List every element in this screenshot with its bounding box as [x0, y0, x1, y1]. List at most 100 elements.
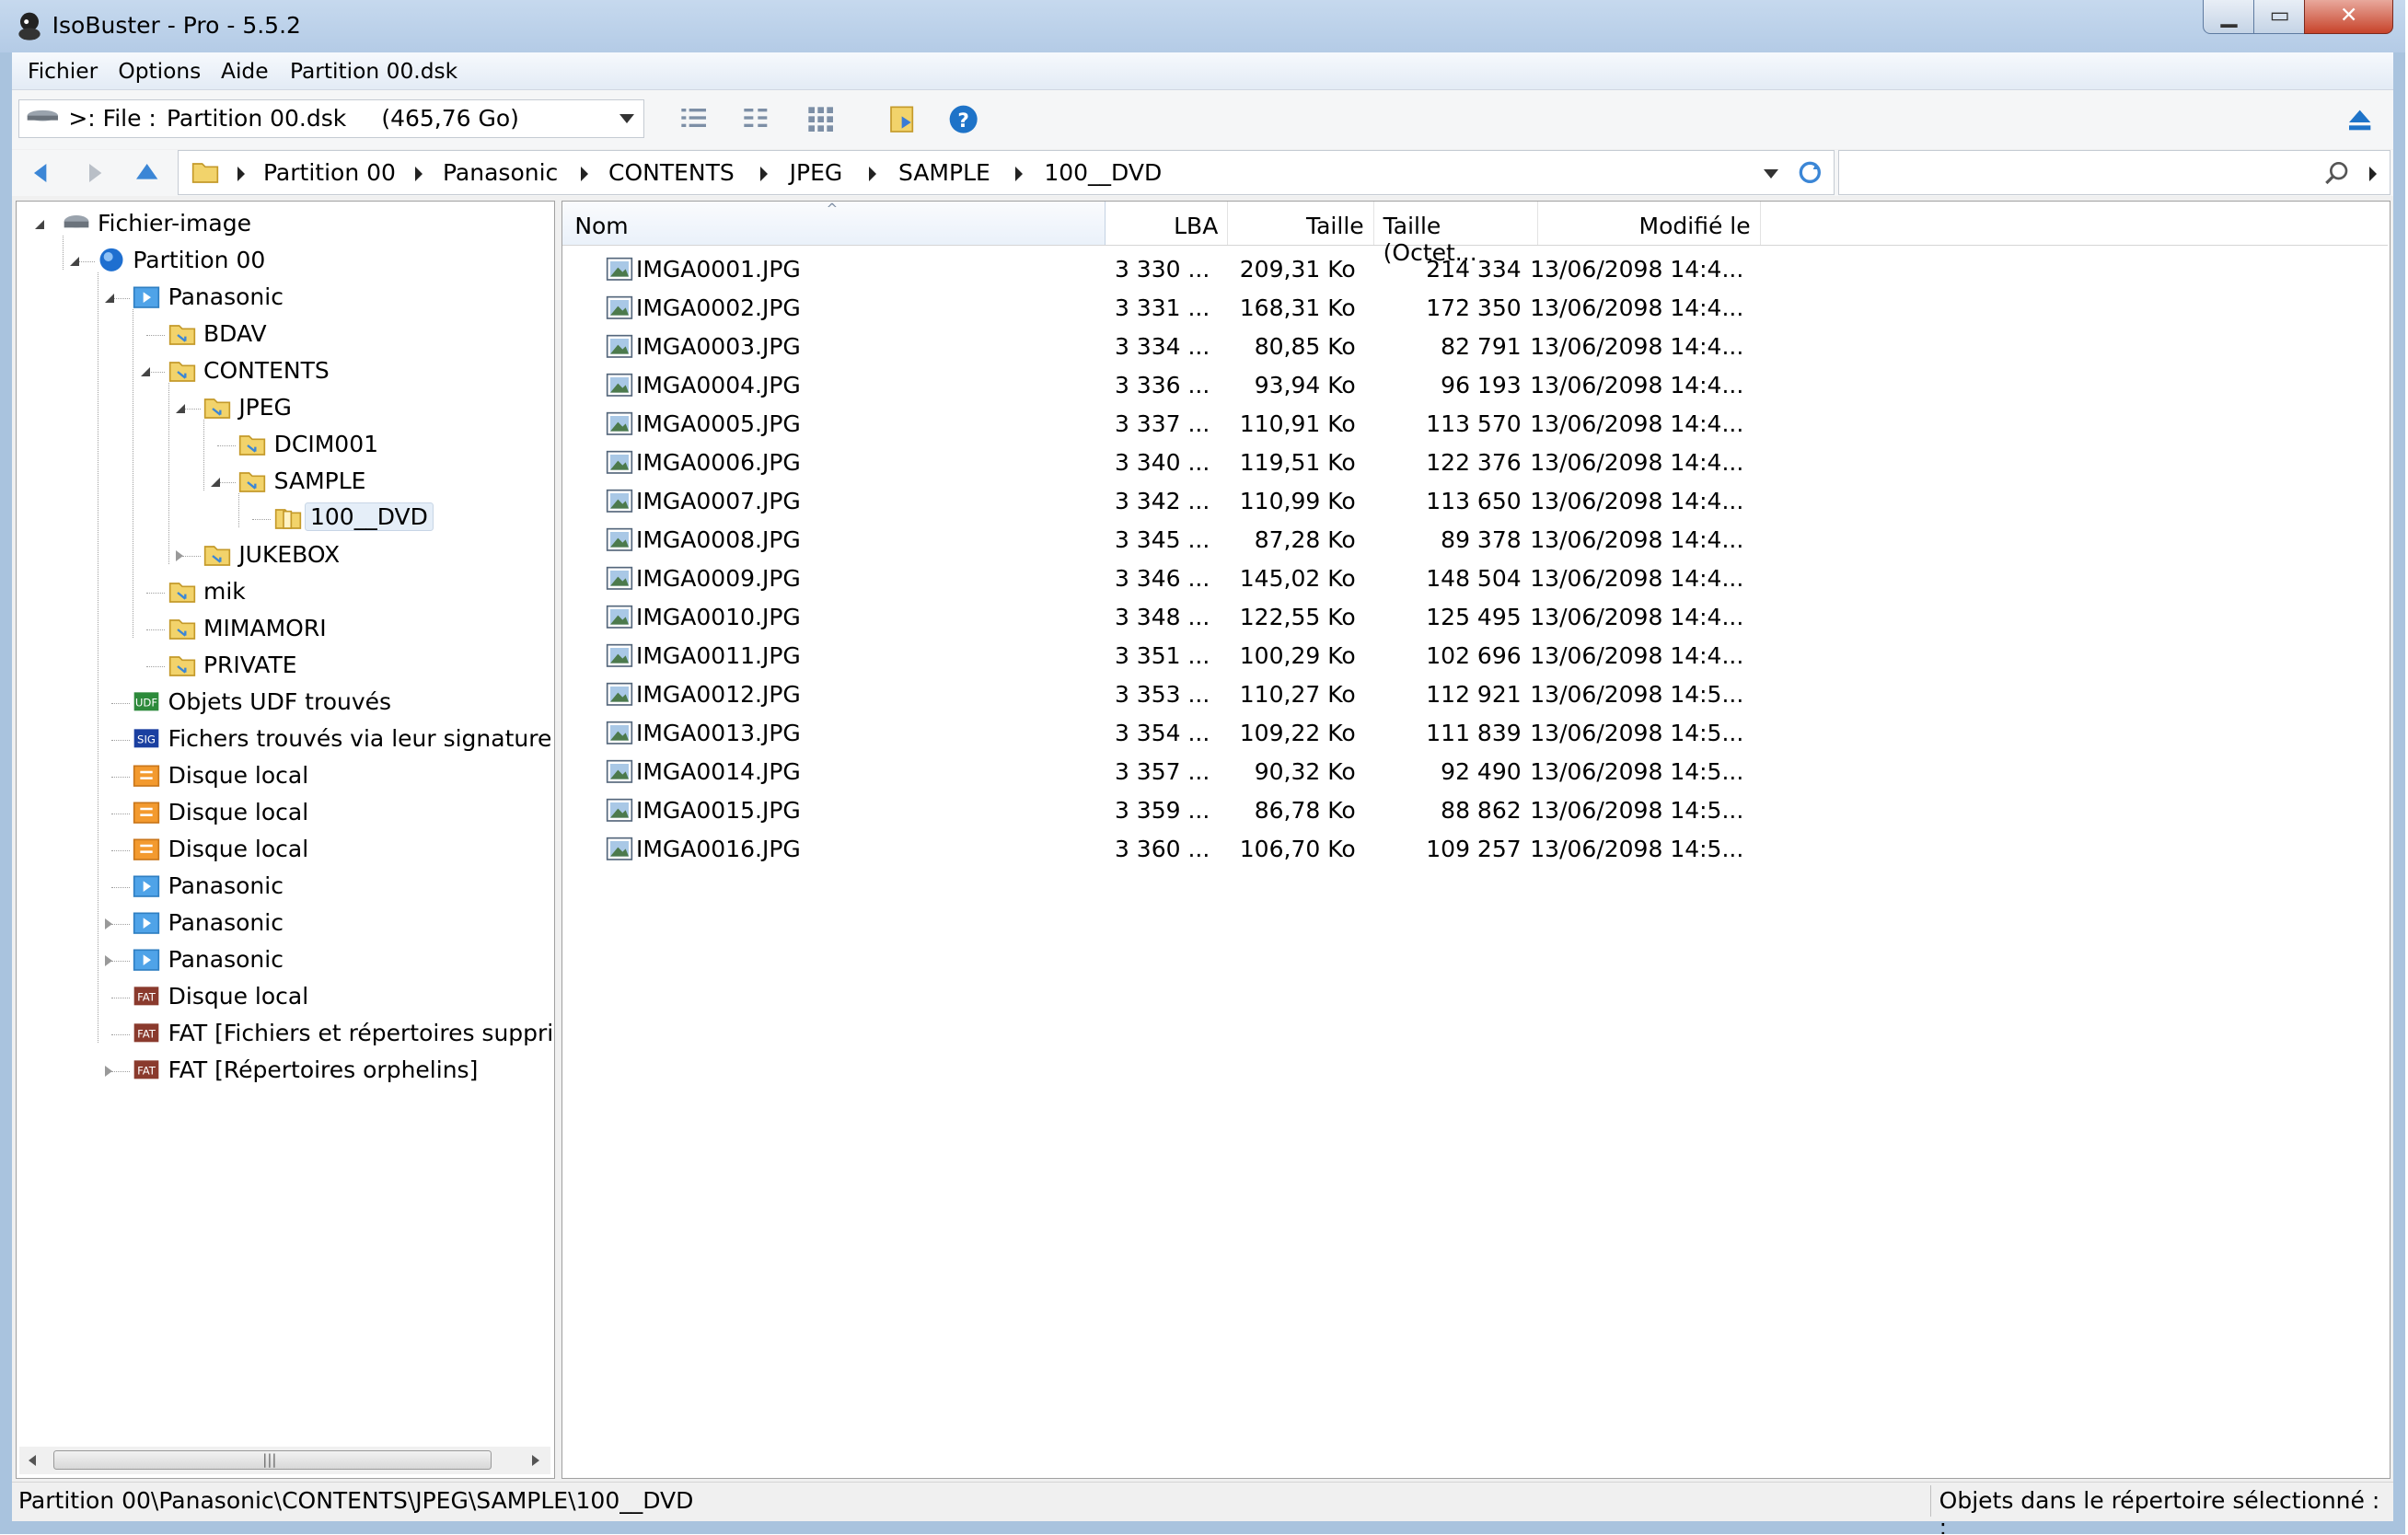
folder-tree[interactable]: Fichier-image Partition 00 Panasonic BDAV CO…: [15, 201, 556, 1479]
column-header-taille[interactable]: Taille: [1228, 202, 1374, 245]
table-row[interactable]: IMGA0015.JPG 3 359 ... 86,78 Ko 88 862 13/06…: [562, 792, 2388, 831]
breadcrumb-100-dvd[interactable]: 100__DVD: [1044, 159, 1162, 186]
table-row[interactable]: IMGA0014.JPG 3 357 ... 90,32 Ko 92 490 13/06…: [562, 754, 2388, 792]
image-file-icon: [606, 837, 632, 861]
collapse-arrow-icon[interactable]: [211, 478, 221, 488]
help-icon[interactable]: ?: [948, 104, 978, 134]
collapse-arrow-icon[interactable]: [105, 294, 115, 304]
cell-bytes: 172 350: [1426, 294, 1522, 321]
up-arrow-icon[interactable]: [132, 159, 162, 187]
breadcrumb-separator-icon[interactable]: [869, 166, 877, 181]
back-arrow-icon[interactable]: [25, 159, 55, 187]
video-folder-icon: [133, 875, 160, 898]
eject-icon[interactable]: [2344, 104, 2375, 134]
source-select[interactable]: >: File : Partition 00.dsk (465,76 Go): [17, 99, 644, 138]
tree-node-label: Disque local: [168, 835, 309, 862]
menu-options[interactable]: Options: [118, 58, 201, 84]
collapse-arrow-icon[interactable]: [140, 367, 150, 377]
breadcrumb-separator-icon[interactable]: [580, 166, 588, 181]
tree-guide-line: [146, 629, 166, 630]
expand-arrow-icon[interactable]: [105, 918, 112, 929]
table-row[interactable]: IMGA0005.JPG 3 337 ... 110,91 Ko 113 570 13/…: [562, 406, 2388, 444]
tree-horizontal-scrollbar[interactable]: |||: [18, 1447, 550, 1475]
chevron-down-icon[interactable]: [619, 114, 634, 124]
title-bar[interactable]: IsoBuster - Pro - 5.5.2 ▁ ▭ ✕: [0, 0, 2406, 52]
pane-splitter[interactable]: [555, 201, 561, 1479]
breadcrumb-separator-icon[interactable]: [759, 166, 768, 181]
folder-icon: [168, 325, 195, 346]
table-row[interactable]: IMGA0013.JPG 3 354 ... 109,22 Ko 111 839 13/…: [562, 715, 2388, 754]
column-header-taille-octets[interactable]: Taille (Octet...: [1374, 202, 1538, 266]
table-row[interactable]: IMGA0012.JPG 3 353 ... 110,27 Ko 112 921 13/…: [562, 676, 2388, 715]
search-options-icon[interactable]: [2369, 166, 2377, 181]
tree-node-label: PRIVATE: [203, 651, 297, 678]
breadcrumb-jpeg[interactable]: JPEG: [790, 159, 843, 186]
breadcrumb-separator-icon[interactable]: [237, 166, 245, 181]
history-dropdown-icon[interactable]: [1763, 169, 1778, 179]
maximize-button[interactable]: ▭: [2253, 0, 2306, 34]
minimize-button[interactable]: ▁: [2203, 0, 2255, 34]
breadcrumb-separator-icon[interactable]: [1014, 166, 1023, 181]
collapse-arrow-icon[interactable]: [34, 220, 44, 230]
folder-icon: [239, 435, 266, 456]
tree-node-label: Fichier-image: [97, 209, 251, 237]
breadcrumb[interactable]: Partition 00 Panasonic CONTENTS JPEG SAM…: [178, 150, 1835, 195]
file-list[interactable]: Nom ^ LBA Taille Taille (Octet... Modifi…: [561, 201, 2391, 1479]
menu-aide[interactable]: Aide: [221, 58, 269, 84]
cell-name: IMGA0010.JPG: [635, 603, 801, 630]
column-header-lba[interactable]: LBA: [1106, 202, 1229, 245]
svg-text:?: ?: [957, 110, 969, 133]
source-label: >: File :: [68, 105, 156, 133]
extract-folder-icon[interactable]: [886, 104, 917, 134]
forward-arrow-icon[interactable]: [80, 159, 110, 187]
table-row[interactable]: IMGA0003.JPG 3 334 ... 80,85 Ko 82 791 13/06…: [562, 329, 2388, 367]
scroll-right-icon[interactable]: [531, 1454, 539, 1466]
icons-view-icon[interactable]: [805, 104, 836, 134]
table-row[interactable]: IMGA0010.JPG 3 348 ... 122,55 Ko 125 495 13/…: [562, 599, 2388, 638]
refresh-icon[interactable]: [1798, 160, 1823, 185]
table-row[interactable]: IMGA0006.JPG 3 340 ... 119,51 Ko 122 376 13/…: [562, 444, 2388, 483]
expand-arrow-icon[interactable]: [175, 549, 183, 561]
table-row[interactable]: IMGA0011.JPG 3 351 ... 100,29 Ko 102 696 13/…: [562, 638, 2388, 676]
table-row[interactable]: IMGA0016.JPG 3 360 ... 106,70 Ko 109 257 13/…: [562, 831, 2388, 870]
table-row[interactable]: IMGA0009.JPG 3 346 ... 145,02 Ko 148 504 13/…: [562, 560, 2388, 599]
table-row[interactable]: IMGA0004.JPG 3 336 ... 93,94 Ko 96 193 13/06…: [562, 367, 2388, 406]
tree-guide-line: [62, 235, 64, 270]
cell-bytes: 88 862: [1441, 796, 1522, 824]
tree-node-label: Fichers trouvés via leur signature: [168, 724, 552, 752]
cell-modified: 13/06/2098 14:4...: [1530, 525, 1744, 553]
breadcrumb-separator-icon[interactable]: [414, 166, 423, 181]
cell-name: IMGA0013.JPG: [635, 719, 801, 746]
menu-partition-file[interactable]: Partition 00.dsk: [290, 58, 457, 84]
expand-arrow-icon[interactable]: [105, 954, 112, 966]
breadcrumb-partition-00[interactable]: Partition 00: [263, 159, 396, 186]
breadcrumb-contents[interactable]: CONTENTS: [608, 159, 735, 186]
table-row[interactable]: IMGA0002.JPG 3 331 ... 168,31 Ko 172 350 13/…: [562, 290, 2388, 329]
collapse-arrow-icon[interactable]: [69, 257, 79, 267]
expand-arrow-icon[interactable]: [105, 1065, 112, 1077]
menu-fichier[interactable]: Fichier: [28, 58, 98, 84]
cell-size: 90,32 Ko: [1254, 757, 1356, 785]
table-row[interactable]: IMGA0008.JPG 3 345 ... 87,28 Ko 89 378 13/06…: [562, 522, 2388, 560]
scroll-thumb[interactable]: |||: [52, 1449, 492, 1471]
search-icon[interactable]: [2323, 160, 2351, 188]
folder-icon: [168, 362, 195, 383]
cell-modified: 13/06/2098 14:5...: [1530, 835, 1744, 862]
tree-guide-line: [110, 777, 130, 778]
close-button[interactable]: ✕: [2304, 0, 2393, 34]
column-header-modifie-le[interactable]: Modifié le: [1538, 202, 1761, 245]
table-row[interactable]: IMGA0001.JPG 3 330 ... 209,31 Ko 214 334 13/…: [562, 251, 2388, 290]
table-row[interactable]: IMGA0007.JPG 3 342 ... 110,99 Ko 113 650 13/…: [562, 483, 2388, 522]
column-header-nom[interactable]: Nom ^: [561, 202, 1106, 245]
maximize-icon: ▭: [2269, 1, 2290, 28]
search-input[interactable]: [1837, 150, 2391, 195]
breadcrumb-panasonic[interactable]: Panasonic: [443, 159, 558, 186]
details-view-icon[interactable]: [678, 104, 709, 134]
disk-icon: [133, 802, 160, 825]
scroll-left-icon[interactable]: [29, 1454, 36, 1466]
folder-icon: [168, 656, 195, 677]
cell-bytes: 96 193: [1441, 371, 1522, 398]
list-view-icon[interactable]: [741, 104, 771, 134]
collapse-arrow-icon[interactable]: [175, 404, 185, 414]
breadcrumb-sample[interactable]: SAMPLE: [898, 159, 990, 186]
